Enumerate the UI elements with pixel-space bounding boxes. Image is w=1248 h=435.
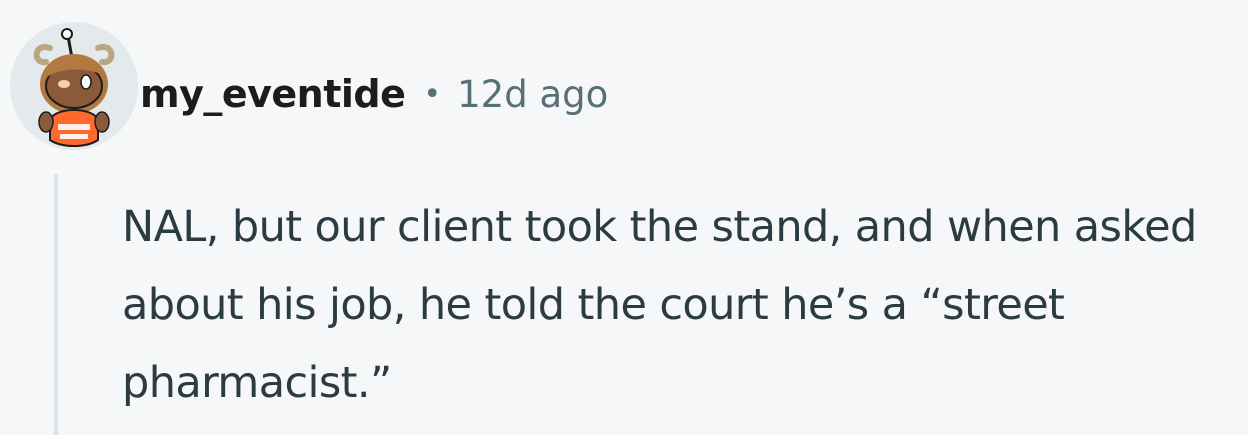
username-link[interactable]: my_eventide (140, 72, 406, 116)
comment-body: NAL, but our client took the stand, and … (122, 202, 1197, 408)
snoo-avatar-icon (10, 22, 138, 150)
comment-meta: my_eventide • 12d ago (140, 64, 608, 124)
comment: my_eventide • 12d ago NAL, but our clien… (0, 0, 1248, 435)
meta-separator: • (423, 76, 442, 112)
comment-timestamp[interactable]: 12d ago (457, 73, 608, 116)
thread-line[interactable] (54, 174, 58, 435)
user-avatar[interactable] (10, 22, 138, 150)
